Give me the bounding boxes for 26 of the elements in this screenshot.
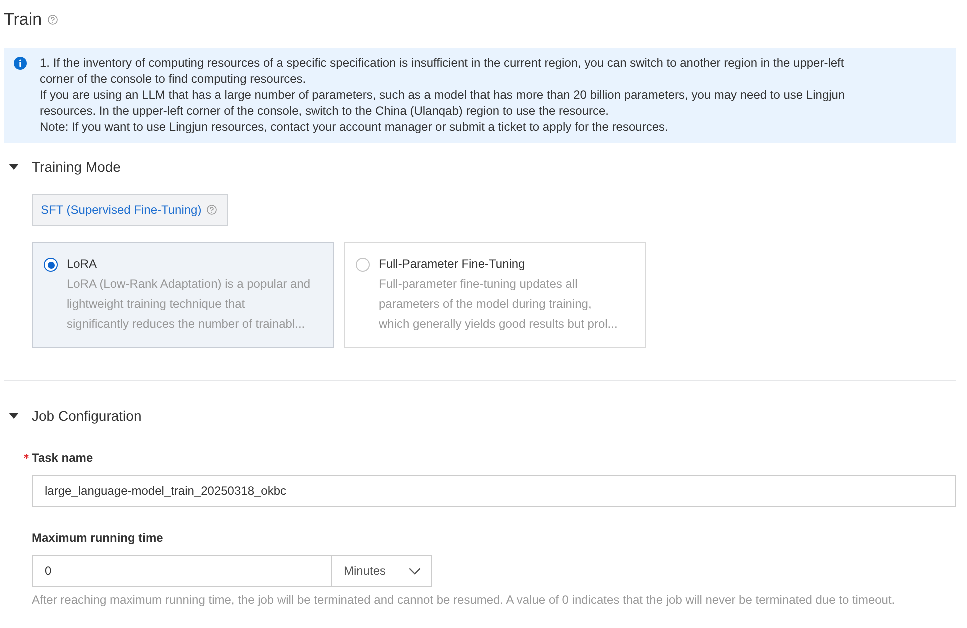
caret-down-icon[interactable]: [9, 413, 19, 419]
option-title: Full-Parameter Fine-Tuning: [379, 256, 526, 273]
section-title: Job Configuration: [32, 407, 142, 426]
chevron-down-icon: [409, 568, 421, 574]
unit-select[interactable]: Minutes: [331, 555, 432, 587]
mode-tab[interactable]: SFT (Supervised Fine-Tuning): [32, 194, 228, 226]
duration-input[interactable]: 0: [32, 555, 332, 587]
caret-down-icon[interactable]: [9, 164, 19, 170]
alert-text: Note: If you want to use Lingjun resources, contact your account manager or submit a ticket to apply for the resources.: [40, 119, 670, 135]
page-title: Train: [4, 9, 42, 31]
field-help-text: After reaching maximum running time, the job will be terminated and cannot be resumed. A value of 0 indicates that the job will never be terminated due to timeout.: [32, 592, 896, 609]
option-description: LoRA (Low-Rank Adaptation) is a popular and lightweight training technique that significantly reduces the number of trainabl...: [67, 276, 310, 333]
option-title: LoRA: [67, 256, 98, 273]
alert-text: If you are using an LLM that has a large number of parameters, such as a model that has more than 20 billion parameters, you may need to use Lingjun resources. In the upper-left corner of the console, switch to the China (Ulanqab) region to use the resource.: [40, 87, 846, 119]
info-icon: [14, 56, 27, 70]
field-label: Task name: [32, 450, 94, 467]
radio-button[interactable]: [44, 258, 58, 272]
field-label: Maximum running time: [32, 530, 164, 547]
task-name-input[interactable]: large_language-model_train_20250318_okbc: [32, 475, 956, 507]
option-card[interactable]: LoRA LoRA (Low-Rank Adaptation) is a popular and lightweight training technique that significantly reduces the number of trainabl...: [32, 242, 334, 348]
help-icon[interactable]: [48, 15, 58, 25]
section-title: Training Mode: [32, 158, 121, 177]
option-description: Full-parameter fine-tuning updates all parameters of the model during training, which generally yields good results but prol...: [379, 276, 618, 333]
option-card[interactable]: Full-Parameter Fine-Tuning Full-parameter fine-tuning updates all parameters of the model during training, which generally yields good results but prol...: [344, 242, 646, 348]
alert-text: 1. If the inventory of computing resources of a specific specification is insufficient in the current region, you can switch to another region in the upper-left corner of the console to find computing resources.: [40, 55, 846, 87]
radio-button[interactable]: [356, 258, 370, 272]
